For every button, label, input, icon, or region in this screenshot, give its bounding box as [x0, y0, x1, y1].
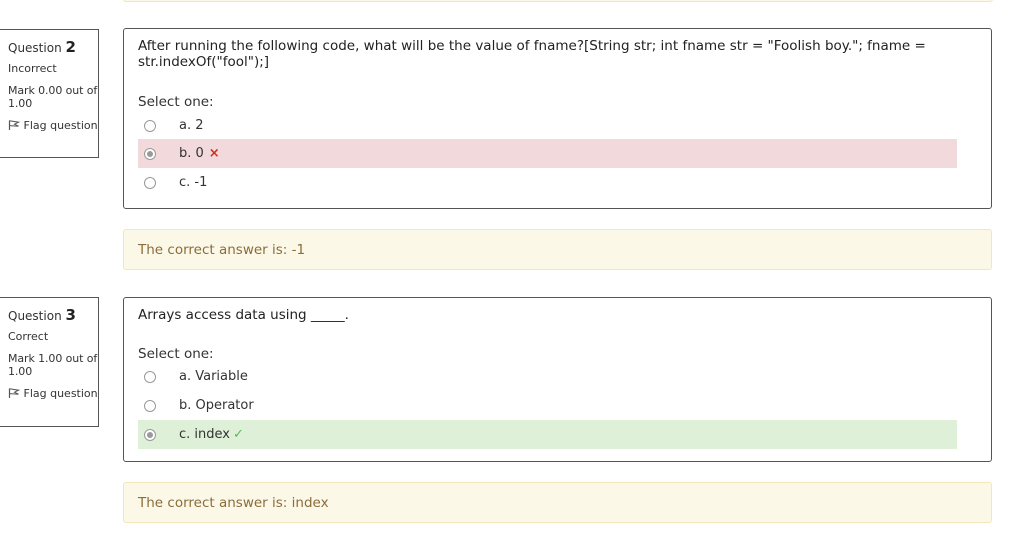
option-c[interactable]: c. index ✓	[138, 420, 957, 449]
flag-icon	[8, 388, 20, 398]
correct-answer-feedback: The correct answer is: index	[123, 482, 992, 523]
option-label: c. index	[179, 427, 230, 442]
flag-question-label: Flag question	[23, 119, 98, 132]
previous-feedback-strip	[123, 0, 993, 2]
option-label: b. Operator	[179, 398, 254, 413]
radio-button[interactable]	[144, 370, 156, 383]
radio-button[interactable]	[144, 428, 156, 441]
radio-button[interactable]	[144, 399, 156, 412]
option-a[interactable]: a. Variable	[138, 362, 957, 391]
flag-question-label: Flag question	[23, 387, 98, 400]
option-a[interactable]: a. 2	[138, 111, 957, 140]
option-label: a. 2	[179, 118, 204, 133]
option-b[interactable]: b. 0 ×	[138, 139, 957, 168]
question-number-label: Question	[8, 309, 62, 323]
option-c[interactable]: c. -1	[138, 168, 957, 197]
correct-answer-feedback: The correct answer is: -1	[123, 229, 992, 270]
question-box-q2: After running the following code, what w…	[123, 28, 992, 209]
question-grade: Mark 1.00 out of 1.00	[8, 352, 98, 378]
flag-question-button[interactable]: Flag question	[8, 387, 98, 400]
question-text: After running the following code, what w…	[138, 38, 926, 70]
feedback-text: The correct answer is: -1	[138, 241, 306, 258]
question-number-value: 3	[65, 306, 76, 324]
cross-icon: ×	[208, 146, 220, 161]
feedback-text: The correct answer is: index	[138, 494, 329, 511]
question-info-q3: Question 3 Correct Mark 1.00 out of 1.00…	[0, 297, 99, 427]
flag-icon	[8, 120, 20, 130]
radio-button[interactable]	[144, 119, 156, 132]
flag-question-button[interactable]: Flag question	[8, 119, 98, 132]
question-grade: Mark 0.00 out of 1.00	[8, 84, 98, 110]
select-one-prompt: Select one:	[138, 94, 214, 110]
option-label: c. -1	[179, 175, 208, 190]
question-text: Arrays access data using _____.	[138, 307, 349, 323]
question-number: Question 3	[8, 306, 98, 324]
option-label: b. 0	[179, 146, 204, 161]
question-number-label: Question	[8, 41, 62, 55]
check-icon: ✓	[232, 427, 244, 442]
question-state: Incorrect	[8, 62, 57, 75]
option-label: a. Variable	[179, 369, 248, 384]
option-b[interactable]: b. Operator	[138, 391, 957, 420]
question-number-value: 2	[65, 38, 76, 56]
select-one-prompt: Select one:	[138, 346, 214, 362]
question-number: Question 2	[8, 38, 98, 56]
question-box-q3: Arrays access data using _____. Select o…	[123, 297, 992, 462]
question-info-q2: Question 2 Incorrect Mark 0.00 out of 1.…	[0, 29, 99, 158]
radio-button[interactable]	[144, 176, 156, 189]
radio-button[interactable]	[144, 147, 156, 160]
question-state: Correct	[8, 330, 49, 343]
